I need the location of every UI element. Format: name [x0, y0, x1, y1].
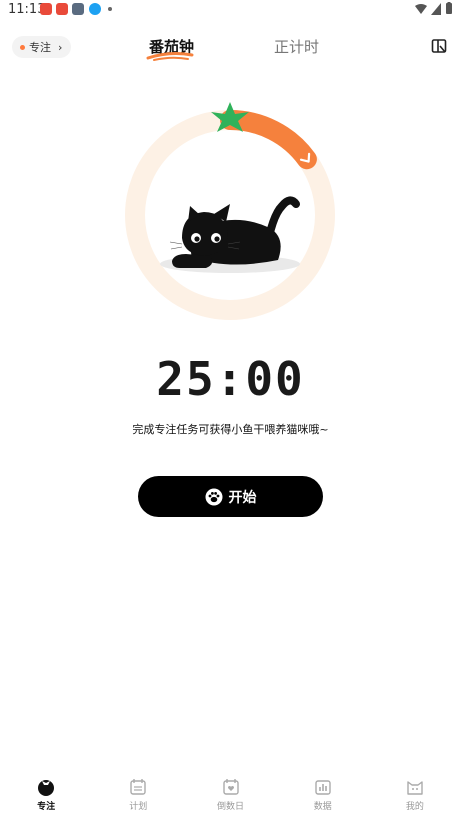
cat-icon: [160, 196, 300, 273]
cat-paws: [172, 254, 213, 268]
nav-item-countdown[interactable]: 倒数日: [184, 777, 276, 820]
nav-item-profile[interactable]: 我的: [369, 777, 461, 820]
status-bar: 11:13: [0, 0, 461, 20]
focus-chip-label: 专注: [29, 41, 51, 54]
start-button[interactable]: 开始: [138, 476, 323, 517]
tomato-icon: [38, 780, 55, 796]
notification-app-icon: [72, 3, 84, 15]
paw-icon: [205, 488, 222, 505]
focus-color-dot: [20, 44, 25, 50]
bottom-navigation: 专注 计划 倒数日 数据 我的: [0, 777, 461, 820]
wifi-icon: [415, 3, 427, 14]
nav-label-countdown: 倒数日: [217, 802, 245, 812]
chevron-right-icon: ›: [58, 40, 63, 54]
signal-icon: [431, 2, 441, 15]
timer-ring: [120, 98, 340, 328]
cat-face-icon: [407, 781, 423, 795]
nav-item-plan[interactable]: 计划: [92, 777, 184, 820]
mode-tabs: 番茄钟 正计时: [140, 36, 340, 66]
nav-label-data: 数据: [313, 802, 332, 812]
nav-label-focus: 专注: [37, 802, 56, 812]
battery-icon: [446, 2, 452, 14]
nav-label-profile: 我的: [405, 802, 424, 812]
book-icon[interactable]: [431, 38, 447, 54]
chart-icon: [315, 780, 331, 795]
calendar-heart-icon: [222, 779, 239, 795]
timer-hint-text: 完成专注任务可获得小鱼干喂养猫咪哦~: [132, 423, 329, 436]
nav-label-plan: 计划: [129, 802, 148, 812]
nav-item-data[interactable]: 数据: [277, 777, 369, 820]
more-notifications-dot: [108, 7, 112, 11]
progress-ring: [125, 102, 335, 320]
notification-app-icon: [56, 3, 68, 15]
notification-app-icon: [40, 3, 52, 15]
tab-stopwatch[interactable]: 正计时: [274, 36, 319, 57]
start-button-label: 开始: [228, 489, 257, 506]
ring-progress: [220, 110, 317, 170]
nav-item-focus[interactable]: 专注: [0, 777, 92, 820]
focus-selector-chip[interactable]: 专注 ›: [12, 36, 72, 58]
timer-display: 25:00: [156, 352, 305, 406]
active-tab-underline: [146, 52, 194, 61]
calendar-list-icon: [130, 779, 146, 795]
download-icon: [89, 3, 101, 15]
